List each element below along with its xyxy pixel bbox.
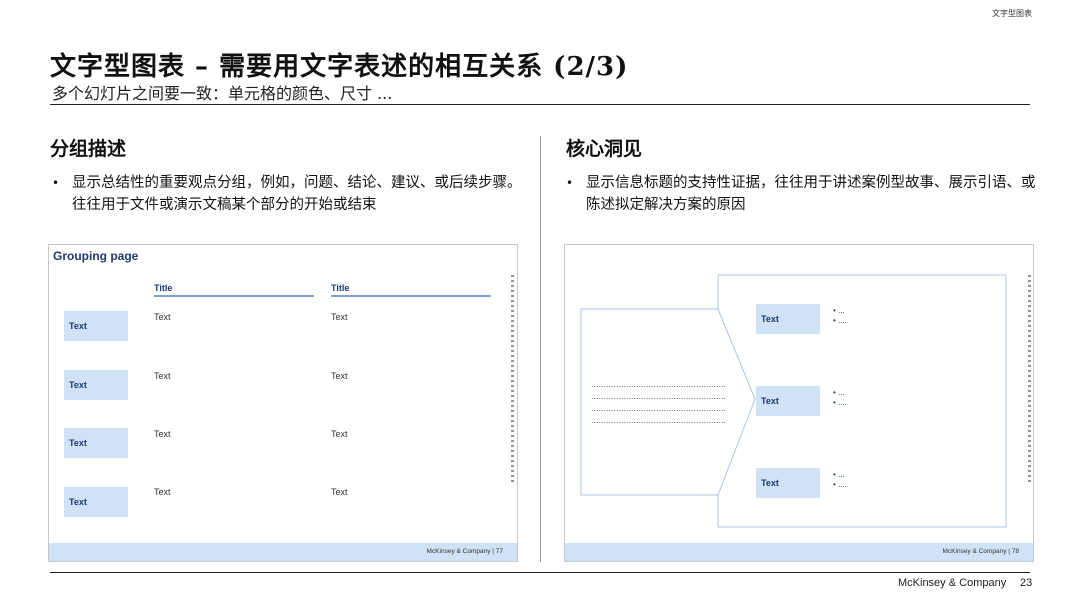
thumbnail-column-title: Title [154,283,314,297]
thumbnail-row-label: Text [64,311,128,341]
footer-brand: McKinsey & Company [898,577,1007,589]
thumbnail-cell: Text [154,312,171,322]
thumbnail-footer-text: McKinsey & Company | 77 [426,548,503,555]
thumbnail-cell: Text [154,371,171,381]
thumbnail-side-strip [511,275,514,485]
insight-box: Text [756,304,820,334]
title-divider [50,104,1030,105]
bullet-dot: • [52,176,60,190]
insight-bullets: • ... • .... [833,388,847,408]
dotted-line: ........................................… [591,415,727,425]
tracker-label: 文字型图表 [992,9,1032,18]
left-column-bullet: • 显示总结性的重要观点分组，例如，问题、结论、建议、或后续步骤。往往用于文件或… [52,172,522,242]
right-column-heading: 核心洞见 [566,138,643,160]
thumbnail-footer-text: McKinsey & Company | 78 [942,548,1019,555]
thumbnail-row-label: Text [64,487,128,517]
thumbnail-cell: Text [331,429,348,439]
thumbnail-footer: McKinsey & Company | 78 [565,543,1033,561]
insight-bullet: • ... [833,470,845,479]
insight-bullet: • ... [833,306,845,315]
thumbnail-cell: Text [331,312,348,322]
insight-box: Text [756,468,820,498]
left-column-heading: 分组描述 [50,138,127,160]
thumbnail-cell: Text [154,429,171,439]
thumbnail-footer: McKinsey & Company | 77 [49,543,517,561]
insight-bullet: • .... [833,316,847,325]
thumbnail-cell: Text [331,371,348,381]
insight-bullet: • .... [833,480,847,489]
thumbnail-heading: Grouping page [53,249,139,263]
key-insight-thumbnail: ........................................… [564,244,1034,562]
insight-bullets: • ... • .... [833,470,847,490]
thumbnail-row-label: Text [64,428,128,458]
page-subtitle: 多个幻灯片之间要一致：单元格的颜色、尺寸 ... [52,84,393,103]
column-divider [540,136,541,562]
footer-divider [50,572,1030,573]
thumbnail-row-label: Text [64,370,128,400]
right-column-bullet-text: 显示信息标题的支持性证据，往往用于讲述案例型故事、展示引语、或陈述拟定解决方案的… [586,175,1036,213]
dotted-line: ........................................… [591,403,727,413]
insight-bullet: • ... [833,388,845,397]
grouping-page-thumbnail: Grouping page Title Title Text Text Text… [48,244,518,562]
thumbnail-cell: Text [331,487,348,497]
thumbnail-cell: Text [154,487,171,497]
left-column-bullet-text: 显示总结性的重要观点分组，例如，问题、结论、建议、或后续步骤。往往用于文件或演示… [72,175,522,213]
dotted-line: ........................................… [591,379,727,389]
insight-bullet: • .... [833,398,847,407]
right-column-bullet: • 显示信息标题的支持性证据，往往用于讲述案例型故事、展示引语、或陈述拟定解决方… [566,172,1036,218]
insight-box: Text [756,386,820,416]
thumbnail-side-strip [1028,275,1031,485]
bullet-dot: • [566,176,574,190]
insight-bullets: • ... • .... [833,306,847,326]
thumbnail-column-title: Title [331,283,491,297]
dotted-line: ........................................… [591,391,727,401]
page-number: 23 [1020,577,1033,589]
page-title: 文字型图表 – 需要用文字表述的相互关系 (2/3) [50,52,629,82]
